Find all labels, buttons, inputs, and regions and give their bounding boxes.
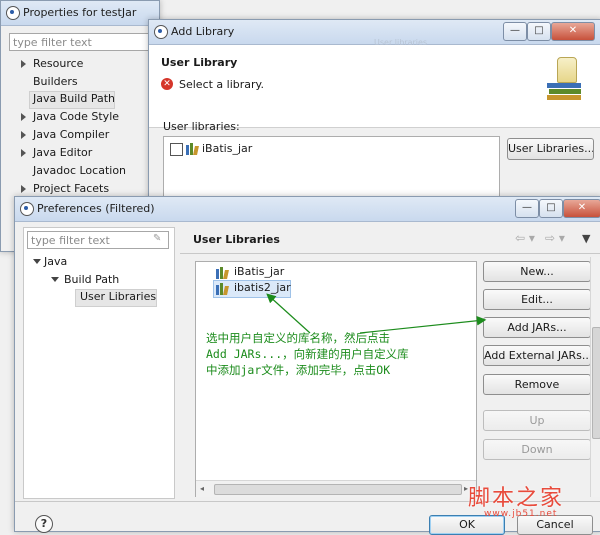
properties-title: Properties for testJar <box>23 6 137 19</box>
help-icon[interactable]: ? <box>35 515 53 533</box>
edit-button[interactable]: Edit... <box>483 289 591 310</box>
tree-item-java[interactable]: Java <box>44 255 67 268</box>
minimize-button[interactable]: — <box>503 22 527 41</box>
tree-item-project-facets[interactable]: Project Facets <box>33 182 109 195</box>
tree-item-builders[interactable]: Builders <box>33 75 78 88</box>
add-library-window: Add Library User libraries — □ ✕ User Li… <box>148 19 600 201</box>
expand-arrow-icon[interactable] <box>21 185 26 193</box>
tree-item-build-path[interactable]: Build Path <box>64 273 119 286</box>
user-libraries-list[interactable]: iBatis_jar ibatis2_jar ◂ ▸ <box>195 261 477 497</box>
annotation-line-2: Add JARs...，向新建的用户自定义库 <box>206 347 409 361</box>
maximize-button[interactable]: □ <box>539 199 563 218</box>
horizontal-scrollbar[interactable]: ◂ ▸ <box>196 480 476 497</box>
header-separator <box>180 253 600 254</box>
properties-titlebar[interactable]: Properties for testJar <box>1 1 159 26</box>
error-icon: ✕ <box>161 78 173 90</box>
tree-item-javadoc-location[interactable]: Javadoc Location <box>33 164 126 177</box>
add-external-jars-button[interactable]: Add External JARs... <box>483 345 591 366</box>
page-title: User Libraries <box>193 233 280 246</box>
jar-library-icon <box>216 283 230 295</box>
watermark-main: 脚本之家 <box>468 486 565 511</box>
expand-arrow-icon[interactable] <box>21 113 26 121</box>
tree-item-java-compiler[interactable]: Java Compiler <box>33 128 109 141</box>
clear-filter-icon[interactable]: ✎ <box>153 234 163 244</box>
close-button[interactable]: ✕ <box>551 22 595 41</box>
expand-arrow-icon[interactable] <box>21 60 26 68</box>
remove-button[interactable]: Remove <box>483 374 591 395</box>
library-checkbox[interactable] <box>170 143 183 156</box>
user-libraries-button[interactable]: User Libraries... <box>507 138 594 160</box>
collapse-arrow-icon[interactable] <box>51 277 59 282</box>
tree-item-java-editor[interactable]: Java Editor <box>33 146 92 159</box>
new-button[interactable]: New... <box>483 261 591 282</box>
back-arrow-icon[interactable]: ⇦ ▾ <box>515 231 535 245</box>
tree-item-user-libraries[interactable]: User Libraries <box>80 290 156 303</box>
jar-library-icon <box>186 143 200 155</box>
expand-arrow-icon[interactable] <box>21 149 26 157</box>
tree-item-resource[interactable]: Resource <box>33 57 83 70</box>
expand-arrow-icon[interactable] <box>21 131 26 139</box>
up-button[interactable]: Up <box>483 410 591 431</box>
dialog-message: Select a library. <box>179 78 264 91</box>
library-jars-icon <box>547 57 583 101</box>
eclipse-icon <box>154 25 168 39</box>
watermark-url: www.jb51.net <box>484 509 558 519</box>
maximize-button[interactable]: □ <box>527 22 551 41</box>
preferences-titlebar[interactable]: Preferences (Filtered) — □ ✕ <box>15 197 600 222</box>
library-name[interactable]: iBatis_jar <box>202 142 252 155</box>
library-item[interactable]: ibatis2_jar <box>234 281 291 294</box>
preferences-title: Preferences (Filtered) <box>37 202 155 215</box>
tree-item-java-code-style[interactable]: Java Code Style <box>33 110 119 123</box>
annotation-line-1: 选中用户自定义的库名称，然后点击 <box>206 331 390 345</box>
eclipse-icon <box>6 6 20 20</box>
view-menu-icon[interactable]: ▼ <box>582 232 590 245</box>
tree-item-java-build-path[interactable]: Java Build Path <box>33 92 115 105</box>
jar-library-icon <box>216 267 230 279</box>
library-item[interactable]: iBatis_jar <box>234 265 284 278</box>
close-button[interactable]: ✕ <box>563 199 600 218</box>
collapse-arrow-icon[interactable] <box>33 259 41 264</box>
preferences-filter-input[interactable]: type filter text <box>27 231 169 249</box>
minimize-button[interactable]: — <box>515 199 539 218</box>
add-library-title: Add Library <box>171 25 235 38</box>
dialog-header: User Library ✕ Select a library. <box>149 45 600 128</box>
eclipse-icon <box>20 202 34 216</box>
properties-filter-input[interactable]: type filter text <box>9 33 151 51</box>
libraries-list[interactable]: iBatis_jar <box>163 136 500 200</box>
annotation-line-3: 中添加jar文件，添加完毕，点击OK <box>206 363 391 377</box>
preferences-tree-pane: type filter text ✎ Java Build Path User … <box>23 227 175 499</box>
add-library-titlebar[interactable]: Add Library User libraries — □ ✕ <box>149 20 600 47</box>
add-jars-button[interactable]: Add JARs... <box>483 317 591 338</box>
forward-arrow-icon[interactable]: ⇨ ▾ <box>545 231 565 245</box>
down-button[interactable]: Down <box>483 439 591 460</box>
libraries-label: User libraries: <box>163 120 240 133</box>
dialog-heading: User Library <box>161 56 238 69</box>
vertical-scrollbar[interactable] <box>590 257 600 497</box>
